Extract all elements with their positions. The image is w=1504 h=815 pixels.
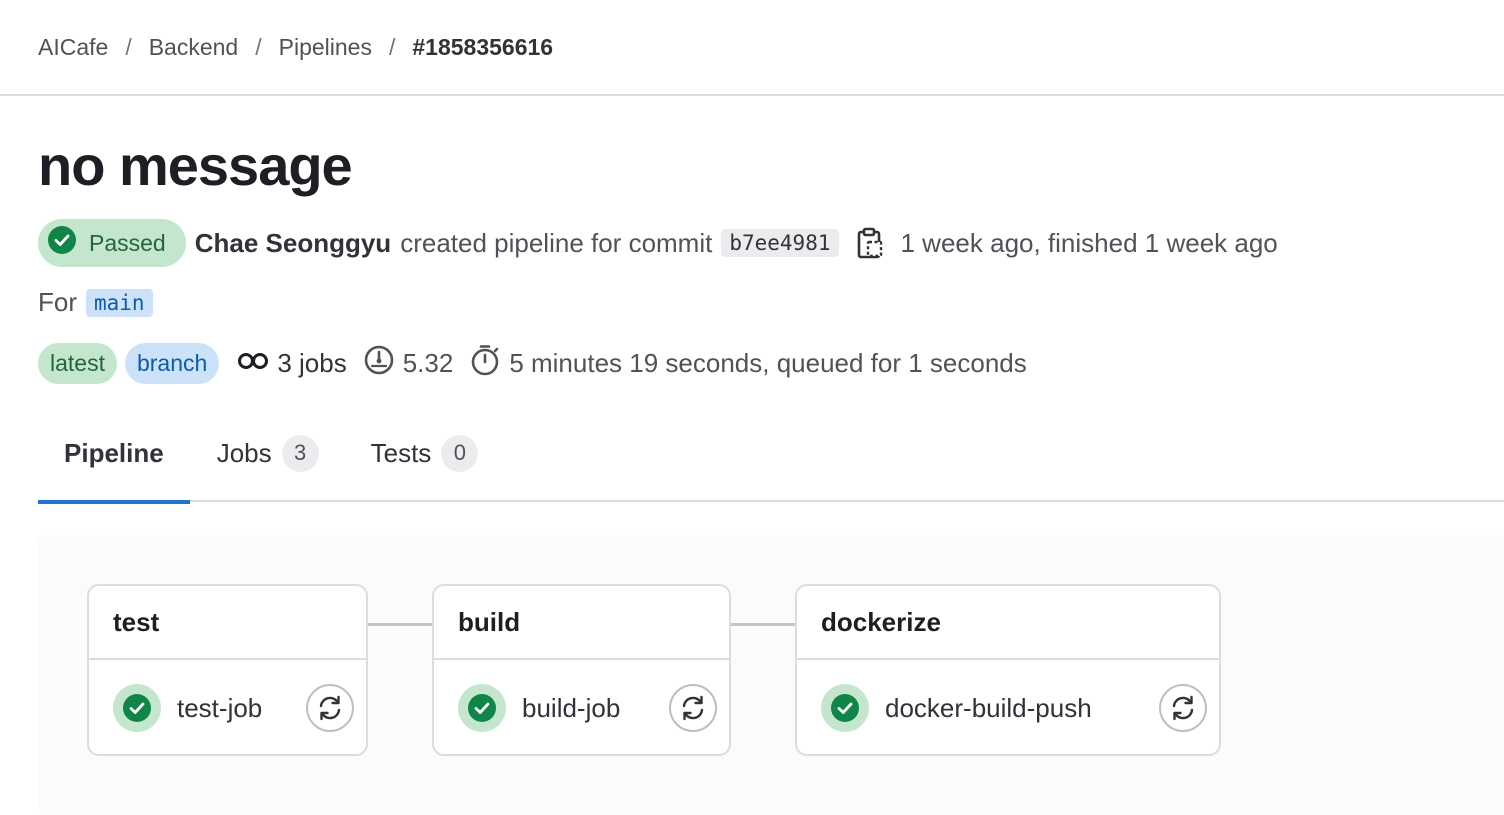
breadcrumb-separator: /: [125, 33, 132, 60]
job-item[interactable]: build-job: [434, 660, 729, 756]
commit-action-text: created pipeline for commit: [400, 227, 713, 258]
jobs-count: 3 jobs: [237, 348, 347, 379]
stage-name: dockerize: [797, 586, 1219, 660]
job-item[interactable]: docker-build-push: [797, 660, 1219, 756]
job-name[interactable]: docker-build-push: [885, 693, 1159, 724]
copy-to-clipboard-icon[interactable]: [857, 227, 883, 259]
status-label: Passed: [89, 229, 166, 256]
tab-pipeline-label: Pipeline: [64, 437, 164, 468]
author-link[interactable]: Chae Seonggyu: [195, 228, 391, 259]
ref-prefix: For: [38, 287, 77, 317]
breadcrumb-item-project[interactable]: Backend: [149, 34, 239, 61]
breadcrumb-separator: /: [255, 33, 262, 60]
stage-name: build: [434, 586, 729, 660]
latest-badge: latest: [38, 343, 117, 384]
dashboard-icon: [363, 344, 403, 383]
duration-label: 5 minutes 19 seconds, queued for 1 secon…: [509, 348, 1027, 378]
breadcrumb-separator: /: [388, 33, 396, 60]
stage-connector: [367, 623, 433, 626]
tab-pipeline[interactable]: Pipeline: [38, 404, 190, 504]
jobs-count-label: 3 jobs: [277, 348, 347, 378]
page-title: no message: [38, 134, 353, 197]
ref-branch-link[interactable]: main: [86, 288, 153, 317]
tab-tests[interactable]: Tests 0: [346, 404, 479, 502]
job-item[interactable]: test-job: [89, 660, 366, 756]
compute-minutes: 5.32: [363, 344, 454, 383]
stage-dockerize: dockerize docker-build-push: [795, 584, 1221, 756]
retry-icon[interactable]: [669, 684, 717, 732]
pipeline-time: 1 week ago, finished 1 week ago: [900, 227, 1278, 258]
breadcrumb: AICafe / Backend / Pipelines / #18583566…: [0, 0, 1504, 96]
pipeline-stats: latest branch 3 jobs 5.32 5 minutes 19 s…: [38, 343, 1033, 384]
timer-icon: [469, 343, 509, 384]
stage-test: test test-job: [87, 584, 368, 756]
tab-tests-count: 0: [441, 434, 479, 472]
pipeline-meta: Passed Chae Seonggyu created pipeline fo…: [38, 219, 1278, 267]
job-success-icon: [458, 684, 506, 732]
pipeline-icon: [237, 348, 277, 379]
breadcrumb-item-group[interactable]: AICafe: [38, 34, 108, 61]
commit-sha-link[interactable]: b7ee4981: [721, 229, 839, 257]
retry-icon[interactable]: [1159, 684, 1207, 732]
stage-build: build build-job: [432, 584, 731, 756]
pipeline-ref: For main: [38, 287, 153, 318]
tab-jobs-label: Jobs: [216, 437, 272, 468]
compute-minutes-value: 5.32: [402, 348, 454, 378]
breadcrumb-current-pipeline: #1858356616: [412, 33, 554, 60]
tab-tests-label: Tests: [370, 437, 432, 468]
stage-name: test: [89, 586, 366, 660]
job-name[interactable]: build-job: [522, 693, 669, 724]
breadcrumb-item-pipelines[interactable]: Pipelines: [279, 34, 372, 61]
branch-badge: branch: [124, 343, 220, 384]
retry-icon[interactable]: [306, 684, 354, 732]
pipeline-tabs: Pipeline Jobs 3 Tests 0: [38, 404, 1504, 504]
stage-connector: [730, 623, 796, 626]
status-success-icon: [47, 225, 77, 261]
job-success-icon: [113, 684, 161, 732]
tab-jobs[interactable]: Jobs 3: [190, 404, 346, 502]
job-name[interactable]: test-job: [177, 693, 306, 724]
status-badge[interactable]: Passed: [38, 219, 186, 267]
job-success-icon: [821, 684, 869, 732]
pipeline-duration: 5 minutes 19 seconds, queued for 1 secon…: [469, 343, 1027, 384]
tab-jobs-count: 3: [281, 434, 319, 472]
